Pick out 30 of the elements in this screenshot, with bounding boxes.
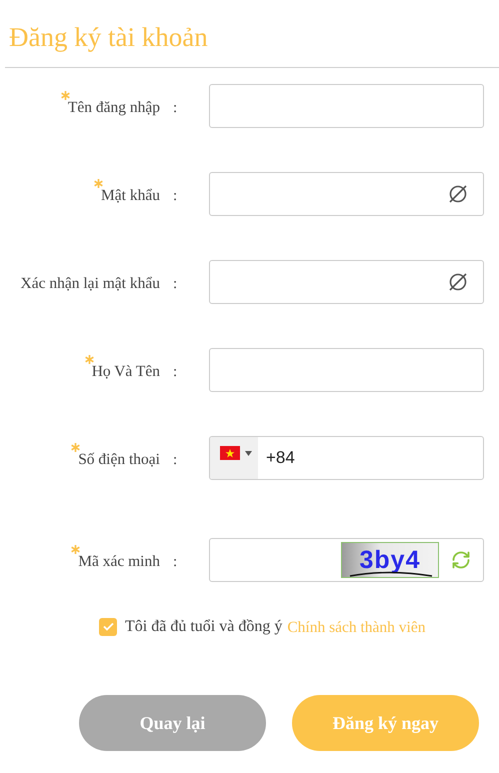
password-field[interactable] (209, 172, 484, 216)
phone-field[interactable]: +84 (209, 436, 484, 480)
label-colon: : (172, 450, 178, 468)
slashed-circle-icon[interactable] (447, 271, 469, 293)
captcha-field[interactable]: 3by4 (209, 538, 484, 582)
label-colon: : (172, 362, 178, 380)
field-label: Mã xác minh (78, 553, 160, 570)
label-colon: : (172, 98, 178, 116)
label-colon: : (172, 274, 178, 292)
caret-icon (245, 451, 252, 456)
field-label: Tên đăng nhập (68, 99, 160, 116)
agree-checkbox[interactable] (99, 618, 117, 636)
label-colon: : (172, 552, 178, 570)
field-label: Mật khẩu (101, 187, 160, 204)
field-label: Họ Và Tên (92, 363, 160, 380)
agreement-text: Tôi đã đủ tuổi và đồng ý (125, 618, 282, 636)
page-title: Đăng ký tài khoản (9, 21, 209, 54)
flag-icon (220, 446, 240, 460)
field-label: Số điện thoại (78, 451, 160, 468)
input-field[interactable] (209, 348, 484, 392)
field-label: Xác nhận lại mật khẩu (20, 275, 160, 292)
input-field[interactable] (209, 84, 484, 128)
country-selector[interactable] (210, 437, 258, 479)
password-field[interactable] (209, 260, 484, 304)
label-colon: : (172, 186, 178, 204)
refresh-icon[interactable] (451, 550, 471, 570)
captcha-image: 3by4 (341, 542, 439, 578)
checkmark-icon (102, 622, 114, 631)
phone-input[interactable]: +84 (258, 437, 483, 479)
slashed-circle-icon[interactable] (447, 183, 469, 205)
